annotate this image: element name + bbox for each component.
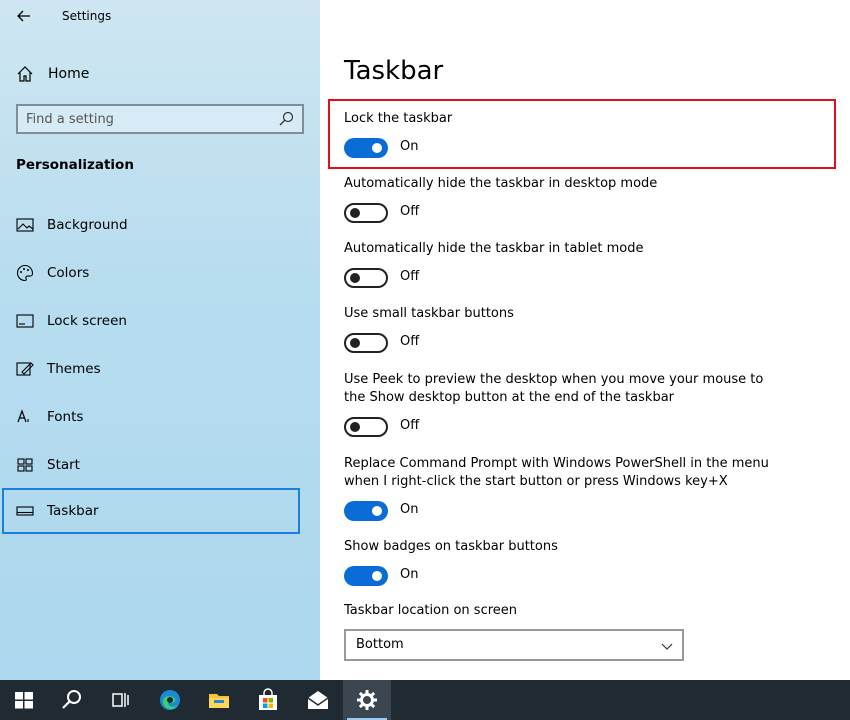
- home-label: Home: [48, 66, 90, 82]
- search-box[interactable]: [16, 104, 304, 134]
- peek-toggle[interactable]: [344, 417, 388, 437]
- taskbar-location-dropdown[interactable]: Bottom: [344, 629, 684, 661]
- sidebar-item-label: Colors: [47, 265, 90, 281]
- settings-button[interactable]: [343, 680, 391, 720]
- autohide-desktop-toggle[interactable]: [344, 203, 388, 223]
- setting-title: Use Peek to preview the desktop when you…: [344, 372, 764, 405]
- store-button[interactable]: [244, 680, 292, 720]
- toggle-state: Off: [400, 269, 420, 284]
- sidebar-item-label: Background: [47, 217, 128, 233]
- toggle-knob: [350, 338, 360, 348]
- file-explorer-icon: [209, 694, 229, 708]
- settings-gear-icon: [357, 690, 377, 710]
- toggle-knob: [350, 422, 360, 432]
- sidebar-item-label: Taskbar: [47, 503, 99, 519]
- home-icon: [17, 66, 33, 82]
- page-title: Taskbar: [344, 56, 444, 86]
- file-explorer-button[interactable]: [195, 680, 243, 720]
- setting-title: Use small taskbar buttons: [344, 306, 514, 321]
- toggle-knob: [372, 506, 382, 516]
- search-icon: [62, 690, 81, 709]
- start-button[interactable]: [0, 680, 48, 720]
- dropdown-value: Bottom: [356, 637, 404, 652]
- powershell-toggle[interactable]: [344, 501, 388, 521]
- back-button[interactable]: [12, 6, 36, 26]
- chevron-down-icon: [661, 643, 673, 650]
- sidebar: Settings Home Personalization Background…: [0, 0, 320, 680]
- brush-icon: [16, 362, 34, 376]
- toggle-state: On: [400, 502, 419, 517]
- sidebar-item-start[interactable]: Start: [2, 442, 300, 488]
- toggle-row: Off: [344, 331, 824, 355]
- store-icon: [259, 688, 277, 710]
- toggle-row: On: [344, 564, 824, 588]
- setting-title: Show badges on taskbar buttons: [344, 539, 558, 554]
- toggle-knob: [350, 208, 360, 218]
- small-buttons-toggle[interactable]: [344, 333, 388, 353]
- section-title: Personalization: [16, 157, 134, 173]
- sidebar-item-colors[interactable]: Colors: [2, 250, 300, 296]
- window-title: Settings: [62, 9, 112, 23]
- search-input[interactable]: [26, 109, 276, 129]
- badges-toggle[interactable]: [344, 566, 388, 586]
- toggle-row: Off: [344, 266, 824, 290]
- sidebar-item-label: Start: [47, 457, 80, 473]
- back-arrow-icon: [17, 10, 30, 22]
- sidebar-item-themes[interactable]: Themes: [2, 346, 300, 392]
- mail-button[interactable]: [294, 680, 342, 720]
- toggle-row: Off: [344, 201, 824, 225]
- toggle-row: Off: [344, 415, 774, 439]
- picture-icon: [16, 218, 34, 232]
- title-bar: Settings: [0, 0, 320, 34]
- search-icon[interactable]: [278, 111, 294, 127]
- setting-title: Automatically hide the taskbar in tablet…: [344, 241, 644, 256]
- task-view-button[interactable]: [96, 680, 144, 720]
- font-icon: [17, 409, 29, 423]
- setting-title: Automatically hide the taskbar in deskto…: [344, 176, 658, 191]
- setting-autohide-desktop: Automatically hide the taskbar in deskto…: [344, 175, 824, 225]
- sidebar-item-taskbar[interactable]: Taskbar: [2, 488, 300, 534]
- sidebar-item-fonts[interactable]: Fonts: [2, 394, 300, 440]
- autohide-tablet-toggle[interactable]: [344, 268, 388, 288]
- taskbar-search-button[interactable]: [48, 680, 96, 720]
- edge-button[interactable]: [146, 680, 194, 720]
- highlight-box: [328, 99, 836, 169]
- windows-taskbar: [0, 680, 850, 720]
- home-link[interactable]: Home: [16, 60, 306, 88]
- toggle-knob: [372, 571, 382, 581]
- setting-peek: Use Peek to preview the desktop when you…: [344, 371, 774, 439]
- toggle-state: On: [400, 567, 419, 582]
- sidebar-item-lock-screen[interactable]: Lock screen: [2, 298, 300, 344]
- setting-badges: Show badges on taskbar buttons On: [344, 538, 824, 588]
- setting-small-buttons: Use small taskbar buttons Off: [344, 305, 824, 355]
- start-grid-icon: [17, 458, 33, 472]
- edge-icon: [160, 690, 180, 710]
- setting-autohide-tablet: Automatically hide the taskbar in tablet…: [344, 240, 824, 290]
- setting-powershell: Replace Command Prompt with Windows Powe…: [344, 455, 774, 523]
- location-label: Taskbar location on screen: [344, 603, 518, 618]
- setting-title: Replace Command Prompt with Windows Powe…: [344, 456, 769, 489]
- windows-start-icon: [15, 692, 33, 709]
- palette-icon: [17, 264, 34, 282]
- sidebar-item-label: Lock screen: [47, 313, 127, 329]
- lock-screen-icon: [16, 314, 34, 328]
- sidebar-item-background[interactable]: Background: [2, 202, 300, 248]
- toggle-state: Off: [400, 334, 420, 349]
- toggle-row: On: [344, 499, 774, 523]
- mail-icon: [307, 691, 329, 709]
- taskbar-icon: [16, 506, 34, 516]
- sidebar-item-label: Fonts: [47, 409, 84, 425]
- task-view-icon: [112, 693, 129, 707]
- sidebar-item-label: Themes: [47, 361, 101, 377]
- toggle-state: Off: [400, 204, 420, 219]
- toggle-state: Off: [400, 418, 420, 433]
- toggle-knob: [350, 273, 360, 283]
